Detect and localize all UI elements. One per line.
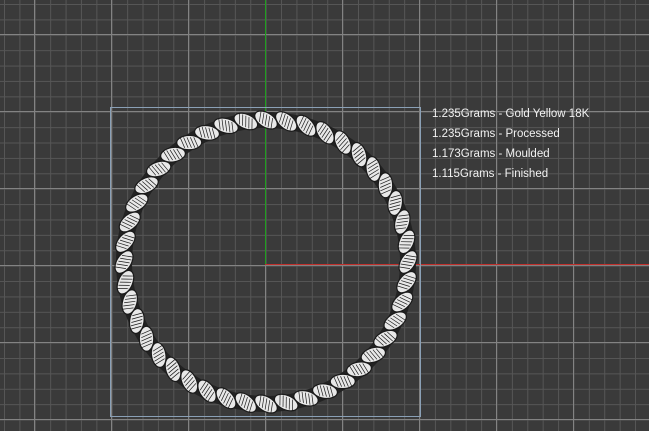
selection-bounding-box [110, 107, 421, 417]
weight-finished: 1.115Grams - Finished [432, 168, 549, 180]
weight-info-list: 1.235Grams - Gold Yellow 18K 1.235Grams … [432, 104, 589, 184]
weight-processed: 1.235Grams - Processed [432, 128, 560, 140]
weight-moulded: 1.173Grams - Moulded [432, 148, 550, 160]
weight-gold-yellow-18k: 1.235Grams - Gold Yellow 18K [432, 108, 590, 120]
3d-viewport[interactable]: 1.235Grams - Gold Yellow 18K 1.235Grams … [0, 0, 649, 431]
